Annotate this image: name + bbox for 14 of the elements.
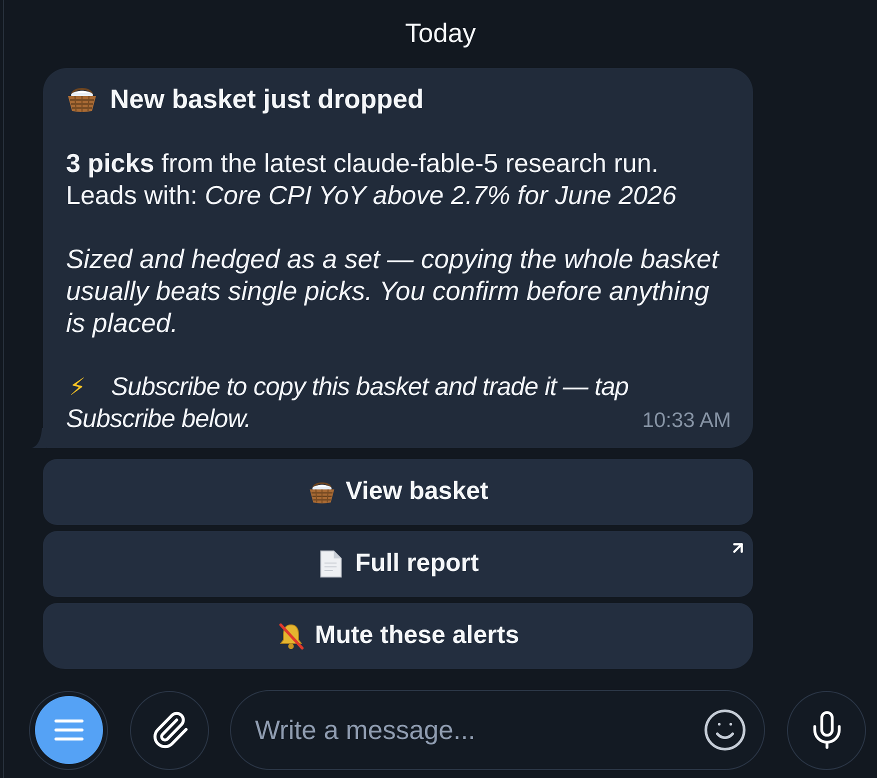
smiley-icon <box>702 707 748 753</box>
message-title: New basket just dropped <box>110 83 424 115</box>
menu-icon <box>54 719 84 741</box>
message-paragraph: Sized and hedged as a set — copying the whole basket usually beats single picks. You confirm before anything is placed. <box>66 243 720 339</box>
message-input-field[interactable]: Write a message... <box>230 690 765 770</box>
message-time: 10:33 AM <box>642 409 731 433</box>
inline-button[interactable]: Mute these alerts <box>43 603 753 669</box>
message-paragraph: ⚡ Subscribe to copy this basket and trade it — tap Subscribe below. <box>66 372 630 435</box>
message-paragraph: 3 picks from the latest claude-fable-5 research run. Leads with: Core CPI YoY above 2.7% for June 2026 <box>66 147 678 211</box>
bell-slash-icon <box>276 622 305 650</box>
basket-icon <box>66 85 98 113</box>
inline-button[interactable]: Full report <box>43 531 753 597</box>
date-divider: Today <box>405 19 476 47</box>
inline-button[interactable]: View basket <box>43 459 753 525</box>
